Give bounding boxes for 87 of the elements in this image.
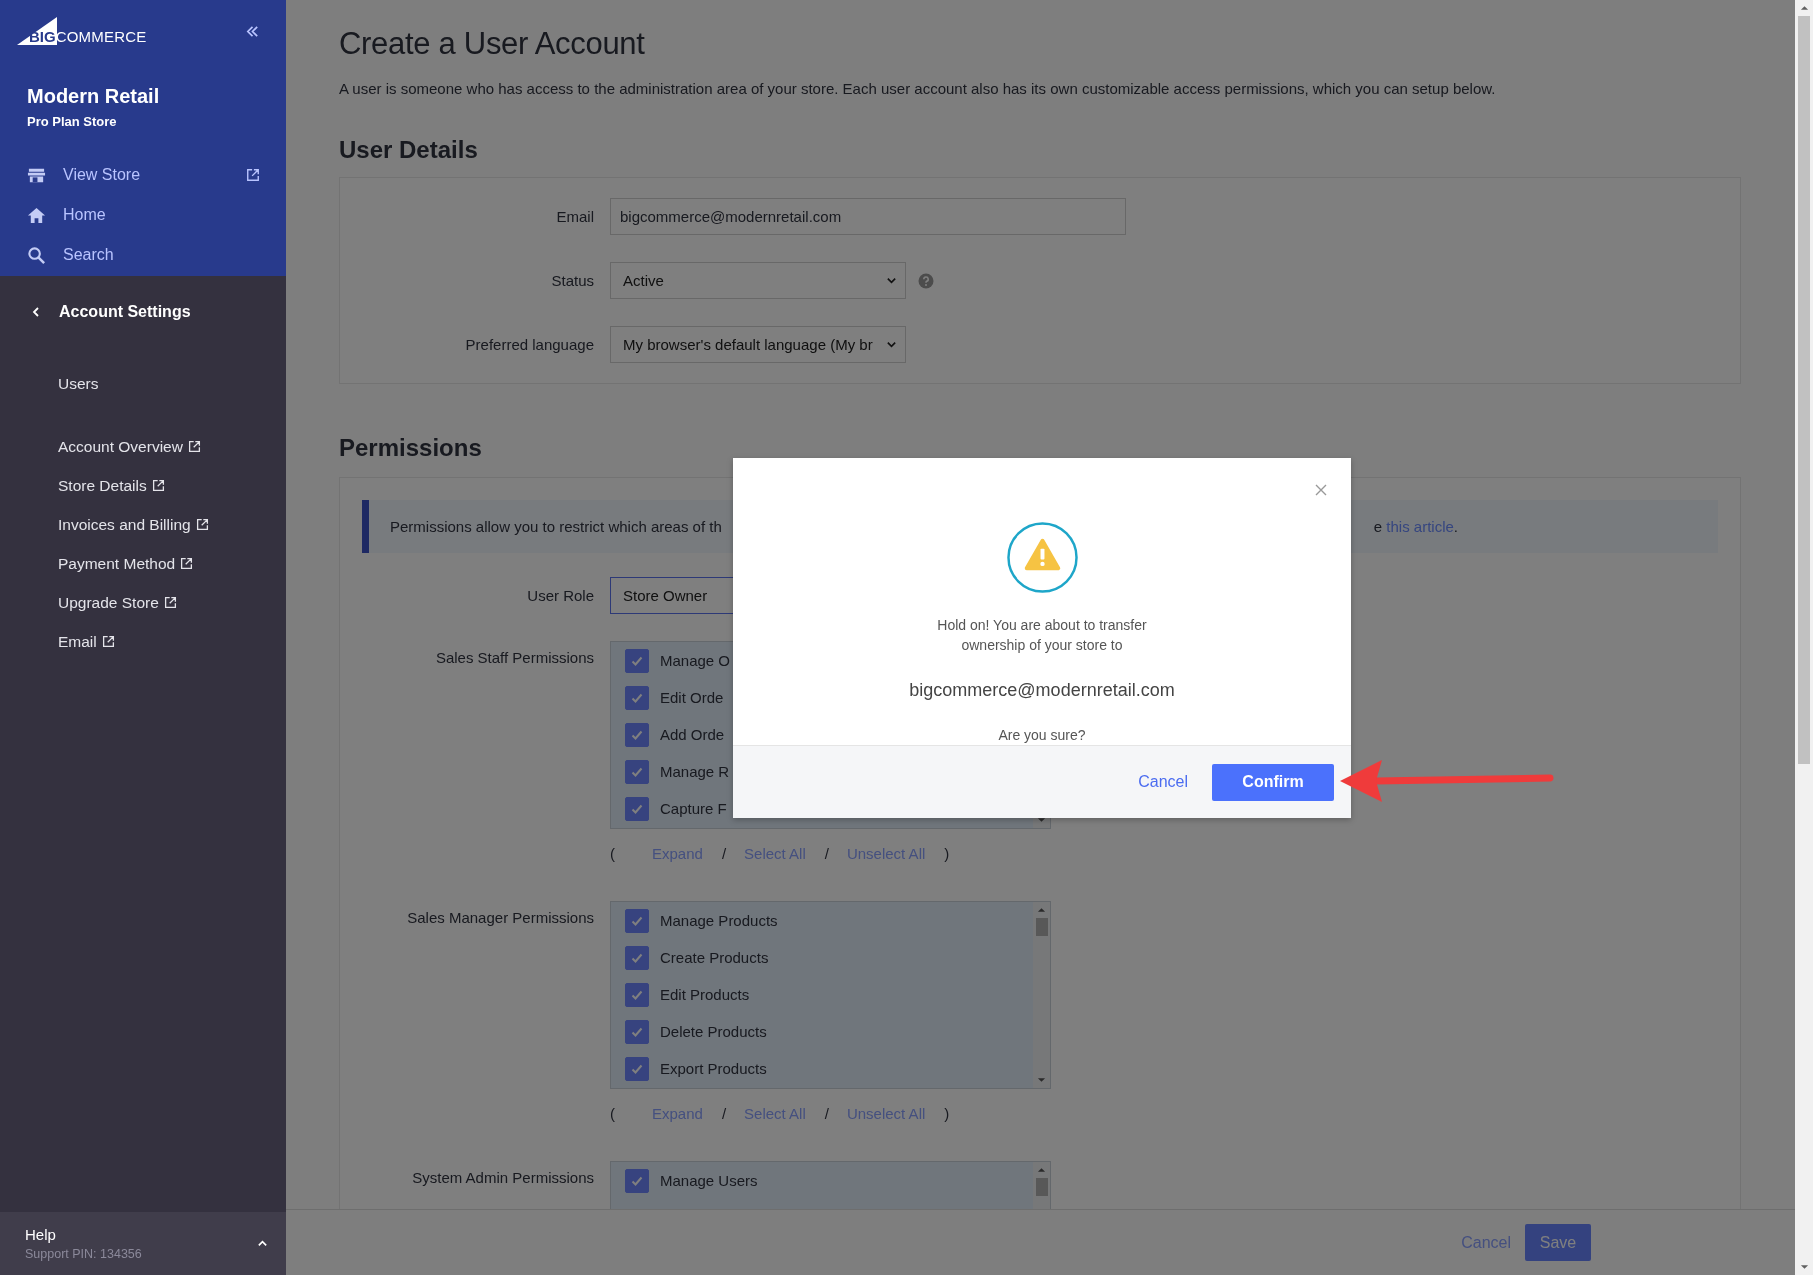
sidebar-item[interactable]: Account Overview (58, 427, 286, 466)
field-label: User Role (526, 587, 595, 604)
checkbox[interactable] (625, 982, 649, 1007)
nav-link[interactable]: Home (0, 195, 286, 235)
scroll-thumb[interactable] (1798, 16, 1810, 764)
parenthesis: ( (610, 844, 615, 862)
search-icon (27, 245, 46, 265)
warning-icon (1006, 522, 1078, 593)
chevron-up-icon (257, 1238, 268, 1249)
permission-label: Capture F (660, 800, 727, 817)
store-plan: Pro Plan Store (26, 113, 118, 129)
checkbox[interactable] (625, 945, 649, 970)
help-icon[interactable] (918, 272, 934, 289)
nav-link[interactable]: Search (0, 235, 286, 275)
separator: / (824, 844, 829, 862)
scroll-down-icon[interactable] (1037, 816, 1046, 824)
checkbox[interactable] (625, 796, 649, 821)
close-icon[interactable] (1315, 484, 1327, 496)
banner-text: Permissions allow you to restrict which areas of th (390, 518, 722, 535)
permission-label: Create Products (660, 949, 769, 966)
permission-label: Delete Products (660, 1023, 767, 1040)
permission-label: Export Products (660, 1060, 767, 1077)
checkbox[interactable] (625, 648, 649, 673)
sidebar-item[interactable]: Store Details (58, 466, 286, 505)
checkbox[interactable] (625, 685, 649, 710)
section-heading: Permissions (339, 433, 483, 463)
separator: / (721, 844, 727, 862)
sidebar-item[interactable]: Upgrade Store (58, 583, 286, 622)
select-field[interactable]: Active (610, 262, 906, 299)
field-label: Email (555, 208, 595, 225)
checkbox[interactable] (625, 908, 649, 933)
section-heading: User Details (339, 135, 479, 165)
scroll-thumb[interactable] (1035, 918, 1048, 936)
nav-link[interactable]: View Store (0, 155, 286, 195)
cancel-link[interactable]: Cancel (1138, 773, 1188, 791)
scroll-thumb[interactable] (1035, 1178, 1048, 1196)
chevron-left-icon (30, 306, 42, 318)
select-field[interactable]: My browser's default language (My br (610, 326, 906, 363)
sidebar-item[interactable]: Invoices and Billing (58, 505, 286, 544)
permission-label: Edit Products (660, 986, 750, 1003)
page-description: A user is someone who has access to the administration area of your store. Each user account also has its own customizable access permissions, which you can setup below. (339, 80, 1497, 97)
sidebar-item[interactable]: Users (58, 364, 286, 403)
email-field[interactable]: bigcommerce@modernretail.com (610, 198, 1126, 235)
dialog-message: Hold on! You are about to transfer ownership of your store to (936, 616, 1148, 655)
confirm-button[interactable]: Confirm (1212, 763, 1334, 801)
support-pin: Support PIN: 134356 (25, 1247, 142, 1261)
sidebar-item[interactable]: Payment Method (58, 544, 286, 583)
checkbox[interactable] (625, 1019, 649, 1044)
back-link[interactable]: Account Settings (0, 276, 286, 322)
permission-group-label: System Admin Permissions (411, 1168, 595, 1186)
dialog-question: Are you sure? (998, 727, 1086, 743)
caret-icon (886, 339, 897, 350)
parenthesis: ) (944, 844, 950, 862)
banner-text: e this article. (1373, 518, 1458, 535)
scroll-up-icon[interactable] (1799, 4, 1809, 12)
collapse-icon[interactable] (245, 23, 260, 39)
home-icon (27, 205, 46, 225)
dialog-email: bigcommerce@modernretail.com (909, 680, 1175, 701)
help-title: Help (25, 1226, 57, 1243)
checkbox[interactable] (625, 722, 649, 747)
permission-label: Manage Products (660, 912, 778, 929)
page-scrollbar[interactable] (1795, 0, 1813, 1275)
permission-group-label: Sales Manager Permissions (406, 908, 595, 926)
checkbox[interactable] (625, 1056, 649, 1081)
checkbox[interactable] (625, 759, 649, 784)
field-label: Preferred language (464, 336, 595, 353)
logo-icon (17, 17, 57, 45)
checkbox[interactable] (625, 1168, 649, 1193)
permission-label: Manage Users (660, 1172, 758, 1189)
parenthesis: ) (944, 1104, 950, 1122)
field-label: Status (550, 272, 595, 289)
permission-label: Edit Orde (660, 689, 724, 706)
permission-label: Add Orde (660, 726, 725, 743)
scroll-up-icon[interactable] (1037, 906, 1046, 914)
help-panel[interactable]: Help Support PIN: 134356 (0, 1212, 286, 1275)
page-title: Create a User Account (339, 25, 646, 63)
permission-group-label: Sales Staff Permissions (434, 648, 595, 666)
parenthesis: ( (610, 1104, 615, 1122)
permission-label: Manage O (660, 652, 731, 669)
sidebar-item[interactable]: Email (58, 622, 286, 661)
scrollbar[interactable] (1033, 902, 1050, 1088)
scroll-up-icon[interactable] (1037, 1166, 1046, 1174)
separator: / (824, 1104, 829, 1122)
separator: / (721, 1104, 727, 1122)
permission-label: Manage R (660, 763, 730, 780)
store-name: Modern Retail (26, 84, 161, 108)
caret-icon (886, 275, 897, 286)
